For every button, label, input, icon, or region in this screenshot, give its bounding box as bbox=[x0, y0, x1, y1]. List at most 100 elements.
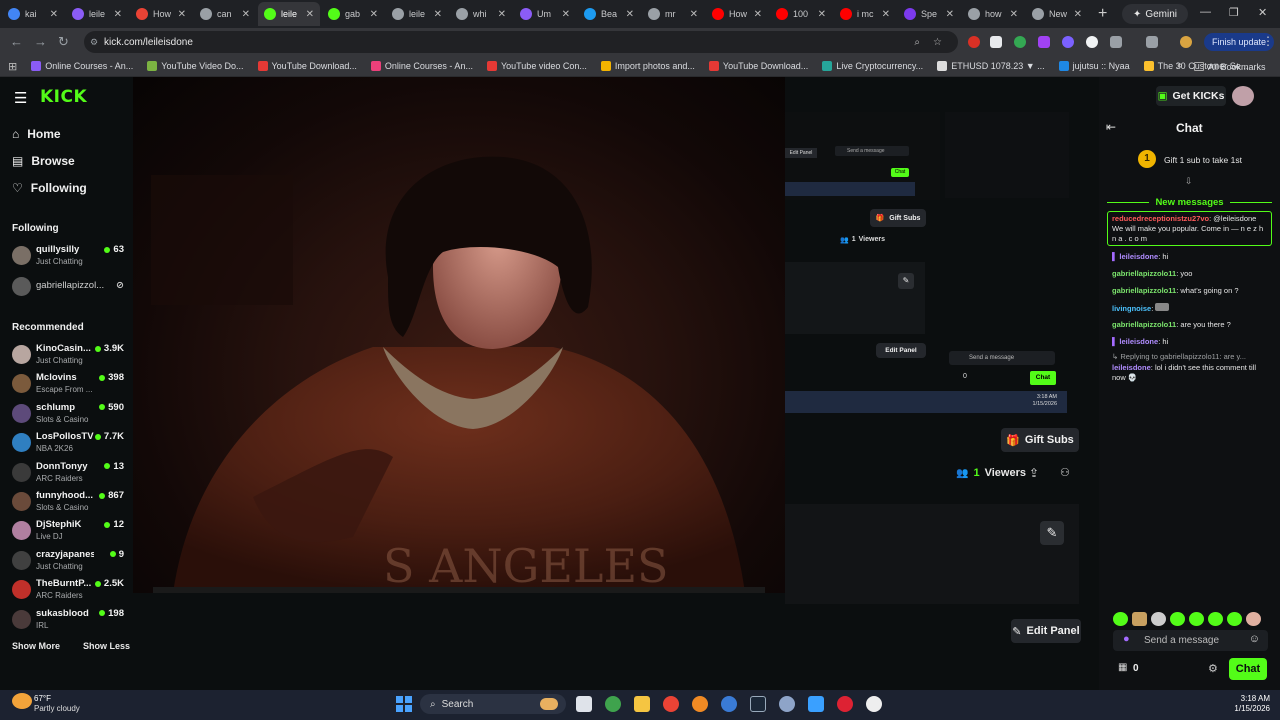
all-bookmarks-button[interactable]: All Bookmarks bbox=[1194, 56, 1266, 77]
emote-bar[interactable] bbox=[1113, 612, 1268, 626]
close-tab-icon[interactable]: ✕ bbox=[178, 9, 186, 20]
emote-icon[interactable] bbox=[1227, 612, 1242, 626]
edit-panel-button[interactable]: ✎ Edit Panel bbox=[1011, 619, 1081, 643]
emote-icon[interactable] bbox=[1113, 612, 1128, 626]
browser-tab[interactable]: leile ✕ bbox=[66, 2, 128, 26]
browser-tab[interactable]: New ✕ bbox=[1026, 2, 1088, 26]
new-messages-divider[interactable]: New messages bbox=[1107, 197, 1272, 208]
browser-tab[interactable]: Bea ✕ bbox=[578, 2, 640, 26]
extension-icon[interactable] bbox=[1014, 36, 1026, 48]
share-icon[interactable]: ⇪ bbox=[1029, 466, 1039, 480]
close-tab-icon[interactable]: ✕ bbox=[946, 9, 954, 20]
sidebar-channel[interactable]: sukasblood IRL 198 bbox=[12, 607, 132, 635]
xbox-app-icon[interactable] bbox=[605, 696, 621, 712]
close-tab-icon[interactable]: ✕ bbox=[754, 9, 762, 20]
close-tab-icon[interactable]: ✕ bbox=[498, 9, 506, 20]
pencil-icon[interactable]: ✎ bbox=[1040, 521, 1064, 545]
chat-settings-icon[interactable]: ⚙ bbox=[1208, 662, 1218, 675]
close-tab-icon[interactable]: ✕ bbox=[1010, 9, 1018, 20]
chat-message[interactable]: gabriellapizzolo11: what's going on ? bbox=[1112, 286, 1270, 296]
close-tab-icon[interactable]: ✕ bbox=[882, 9, 890, 20]
extension-icon[interactable] bbox=[1086, 36, 1098, 48]
browser-tab[interactable]: mr ✕ bbox=[642, 2, 704, 26]
show-less-button[interactable]: Show Less bbox=[83, 641, 130, 651]
chat-message[interactable]: ▌ leileisdone: hi bbox=[1112, 252, 1270, 262]
kebab-menu-icon[interactable]: ⋮ bbox=[1262, 34, 1274, 48]
nav-following[interactable]: ♡ Following bbox=[12, 181, 87, 195]
chat-message[interactable]: livingnoise: bbox=[1112, 303, 1270, 314]
taskbar-search[interactable]: ⌕ Search bbox=[420, 694, 566, 714]
chat-message[interactable]: leileisdone: lol i didn't see this comme… bbox=[1112, 363, 1270, 383]
weather-widget[interactable]: 67°F Partly cloudy bbox=[34, 694, 80, 714]
gift-subs-button[interactable]: 🎁 Gift Subs bbox=[1001, 428, 1079, 452]
close-tab-icon[interactable]: ✕ bbox=[690, 9, 698, 20]
user-avatar[interactable] bbox=[1232, 86, 1254, 106]
emote-icon[interactable] bbox=[1246, 612, 1261, 626]
profile-avatar-icon[interactable] bbox=[1180, 36, 1192, 48]
steam-icon[interactable] bbox=[750, 696, 766, 712]
points-icon[interactable]: ▦ bbox=[1118, 662, 1127, 673]
chat-message[interactable]: gabriellapizzolo11: are you there ? bbox=[1112, 320, 1270, 330]
task-view-icon[interactable] bbox=[576, 696, 592, 712]
site-info-icon[interactable]: ⚙ bbox=[90, 37, 98, 48]
side-panel-icon[interactable] bbox=[1146, 36, 1158, 48]
apps-grid-icon[interactable]: ⊞ bbox=[8, 60, 17, 73]
zoom-icon[interactable]: ⌕ bbox=[914, 37, 920, 48]
browser-tab[interactable]: Um ✕ bbox=[514, 2, 576, 26]
browser-tab[interactable]: How ✕ bbox=[130, 2, 192, 26]
close-tab-icon[interactable]: ✕ bbox=[50, 9, 58, 20]
close-tab-icon[interactable]: ✕ bbox=[306, 9, 314, 20]
sidebar-channel[interactable]: KinoCasin... Just Chatting 3.9K bbox=[12, 342, 132, 370]
blender-icon[interactable] bbox=[692, 696, 708, 712]
bookmark-item[interactable]: jujutsu :: Nyaa bbox=[1058, 61, 1130, 71]
browser-tab[interactable]: leile ✕ bbox=[386, 2, 448, 26]
chat-message[interactable]: gabriellapizzolo11: yoo bbox=[1112, 269, 1270, 279]
bookmark-item[interactable]: YouTube video Con... bbox=[486, 61, 587, 71]
browser-tab[interactable]: leile ✕ bbox=[258, 2, 320, 26]
url-field[interactable]: ⚙ kick.com/leileisdone ⌕ ☆ bbox=[84, 31, 958, 53]
sidebar-channel[interactable]: schlump Slots & Casino 590 bbox=[12, 401, 132, 429]
emote-icon[interactable] bbox=[1208, 612, 1223, 626]
chat-message-highlighted[interactable]: reducedreceptionistzu27vo: @leileisdone … bbox=[1107, 211, 1272, 246]
extension-icon[interactable] bbox=[990, 36, 1002, 48]
sidebar-channel[interactable]: LosPollosTV NBA 2K26 7.7K bbox=[12, 430, 132, 458]
bookmark-item[interactable]: Live Cryptocurrency... bbox=[822, 61, 923, 71]
weather-icon[interactable] bbox=[12, 693, 32, 709]
system-clock[interactable]: 3:18 AM 1/15/2026 bbox=[1230, 694, 1270, 714]
chrome-icon[interactable] bbox=[663, 696, 679, 712]
app-icon[interactable] bbox=[837, 696, 853, 712]
sidebar-channel[interactable]: crazyjapaneseJust Chatting9 bbox=[12, 548, 132, 576]
reload-icon[interactable]: ↻ bbox=[58, 34, 69, 50]
browser-tab[interactable]: i mc ✕ bbox=[834, 2, 896, 26]
browser-tab[interactable]: how ✕ bbox=[962, 2, 1024, 26]
gemini-button[interactable]: ✦ Gemini bbox=[1122, 4, 1188, 24]
emoji-icon[interactable]: ☺ bbox=[1249, 633, 1260, 645]
bookmark-item[interactable]: YouTube Download... bbox=[257, 61, 357, 71]
emote-icon[interactable] bbox=[1132, 612, 1147, 626]
bookmark-item[interactable]: ETHUSD 1078.23 ▼ ... bbox=[937, 61, 1045, 71]
chat-message[interactable]: ▌ leileisdone: hi bbox=[1112, 337, 1270, 347]
sidebar-channel[interactable]: quillysilly Just Chatting 63 bbox=[12, 243, 132, 271]
bookmark-item[interactable]: Online Courses - An... bbox=[370, 61, 473, 71]
more-bookmarks-icon[interactable]: » bbox=[1177, 60, 1183, 71]
video-player[interactable]: S ANGELES bbox=[133, 77, 785, 593]
chat-send-button[interactable]: Chat bbox=[1229, 658, 1267, 680]
get-kicks-button[interactable]: ▣ Get KICKs bbox=[1156, 86, 1226, 106]
media-player-icon[interactable] bbox=[866, 696, 882, 712]
close-tab-icon[interactable]: ✕ bbox=[370, 9, 378, 20]
forward-icon[interactable]: → bbox=[34, 34, 47, 49]
extensions-puzzle-icon[interactable] bbox=[1110, 36, 1122, 48]
emote-icon[interactable] bbox=[1189, 612, 1204, 626]
close-tab-icon[interactable]: ✕ bbox=[818, 9, 826, 20]
sidebar-channel[interactable]: TheBurntP... ARC Raiders 2.5K bbox=[12, 577, 132, 605]
emote-icon[interactable] bbox=[1170, 612, 1185, 626]
close-tab-icon[interactable]: ✕ bbox=[562, 9, 570, 20]
browser-tab[interactable]: kai ✕ bbox=[2, 2, 64, 26]
hamburger-menu-icon[interactable]: ☰ bbox=[14, 89, 27, 107]
close-tab-icon[interactable]: ✕ bbox=[626, 9, 634, 20]
new-tab-icon[interactable]: + bbox=[1098, 5, 1107, 23]
bookmark-item[interactable]: YouTube Download... bbox=[708, 61, 808, 71]
extension-icon[interactable] bbox=[968, 36, 980, 48]
close-tab-icon[interactable]: ✕ bbox=[1074, 9, 1082, 20]
app-icon[interactable] bbox=[721, 696, 737, 712]
